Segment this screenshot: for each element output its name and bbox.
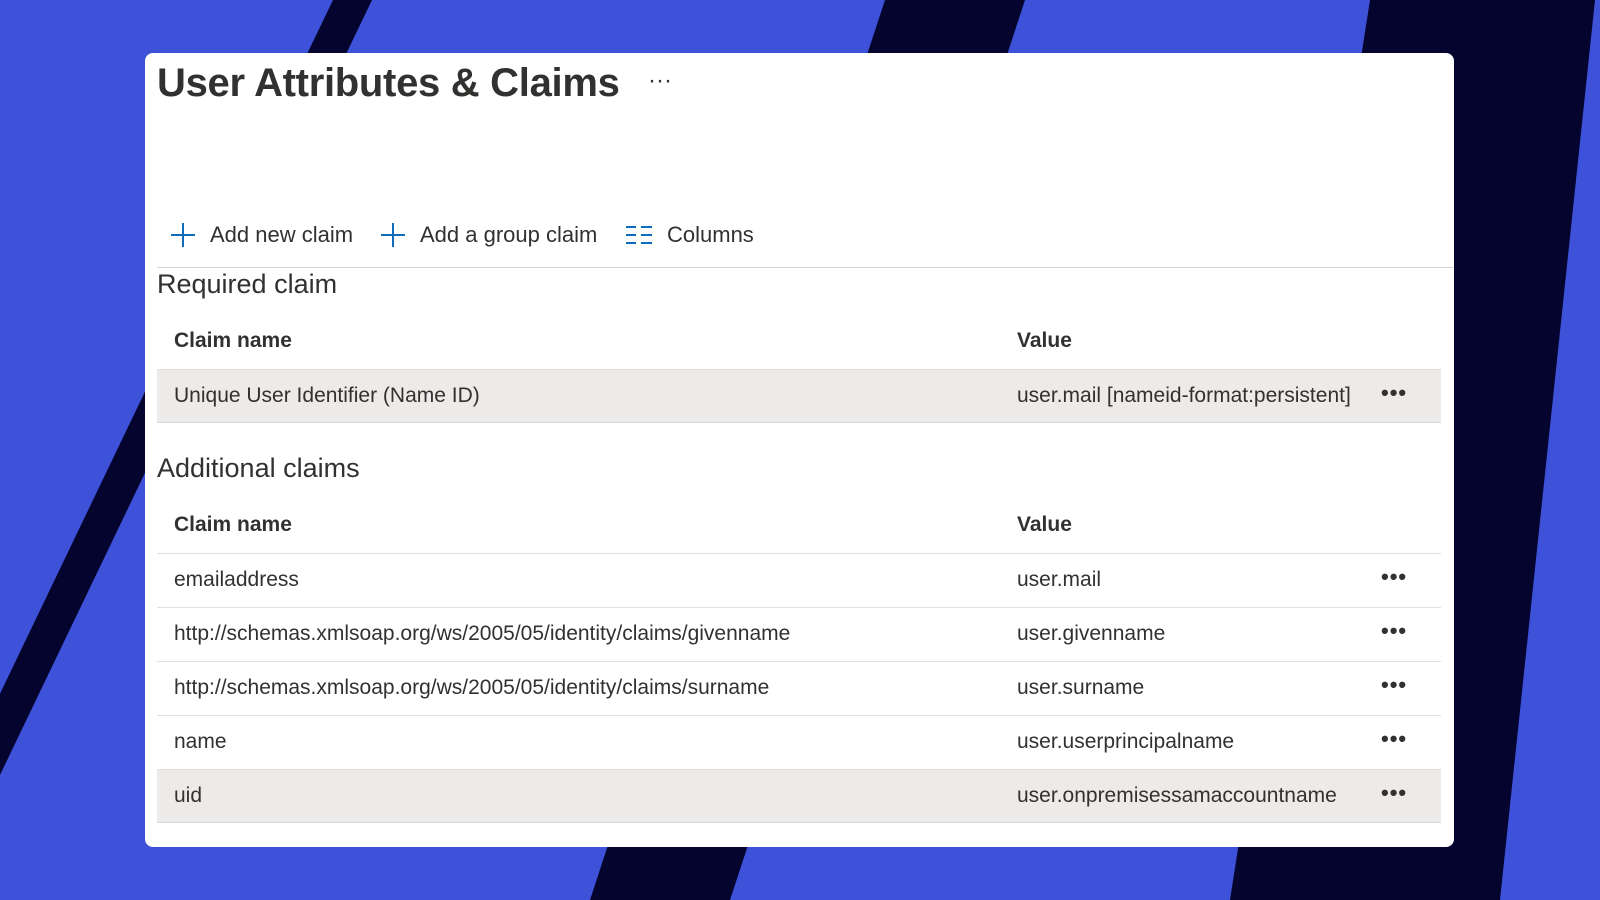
table-row[interactable]: Unique User Identifier (Name ID) user.ma… xyxy=(157,369,1441,423)
col-claim-name-header: Claim name xyxy=(174,329,292,352)
title-more-button[interactable]: ··· xyxy=(648,67,672,95)
table-row[interactable]: http://schemas.xmlsoap.org/ws/2005/05/id… xyxy=(157,607,1441,661)
claim-value-cell: user.mail xyxy=(1017,568,1102,591)
page-title: User Attributes & Claims xyxy=(157,61,620,105)
more-horizontal-icon[interactable]: ••• xyxy=(1381,380,1407,406)
claim-value-cell: user.userprincipalname xyxy=(1017,730,1235,753)
table-row[interactable]: uid user.onpremisessamaccountname ••• xyxy=(157,769,1441,823)
more-horizontal-icon[interactable]: ••• xyxy=(1381,726,1407,752)
claim-value-cell: user.givenname xyxy=(1017,622,1166,645)
toolbar: Add new claim Add a group claim Columns xyxy=(157,156,1454,268)
add-group-claim-label: Add a group claim xyxy=(420,222,598,247)
claim-name-cell: Unique User Identifier (Name ID) xyxy=(174,384,480,407)
claims-panel: User Attributes & Claims ··· Add new cla… xyxy=(145,53,1454,847)
claim-value-cell: user.onpremisessamaccountname xyxy=(1017,784,1337,807)
add-new-claim-label: Add new claim xyxy=(210,222,354,247)
plus-icon xyxy=(171,223,195,247)
table-row[interactable]: http://schemas.xmlsoap.org/ws/2005/05/id… xyxy=(157,661,1441,715)
add-new-claim-button[interactable]: Add new claim xyxy=(170,222,353,248)
required-claim-heading: Required claim xyxy=(157,269,338,299)
claim-name-cell: http://schemas.xmlsoap.org/ws/2005/05/id… xyxy=(174,676,770,699)
claim-value-cell: user.surname xyxy=(1017,676,1145,699)
columns-icon xyxy=(626,226,652,244)
col-value-header: Value xyxy=(1017,329,1072,352)
additional-table-header: Claim name Value xyxy=(157,499,1441,553)
more-horizontal-icon[interactable]: ••• xyxy=(1381,564,1407,590)
more-horizontal-icon[interactable]: ••• xyxy=(1381,780,1407,806)
claim-name-cell: emailaddress xyxy=(174,568,299,591)
more-horizontal-icon[interactable]: ••• xyxy=(1381,618,1407,644)
table-row[interactable]: emailaddress user.mail ••• xyxy=(157,553,1441,607)
claim-name-cell: http://schemas.xmlsoap.org/ws/2005/05/id… xyxy=(174,622,791,645)
claim-value-cell: user.mail [nameid-format:persistent] xyxy=(1017,384,1351,407)
columns-button[interactable]: Columns xyxy=(625,222,754,248)
additional-claims-heading: Additional claims xyxy=(157,453,360,483)
col-claim-name-header: Claim name xyxy=(174,513,292,536)
required-table-header: Claim name Value xyxy=(157,315,1441,369)
plus-icon xyxy=(381,223,405,247)
col-value-header: Value xyxy=(1017,513,1072,536)
add-group-claim-button[interactable]: Add a group claim xyxy=(380,222,597,248)
table-row[interactable]: name user.userprincipalname ••• xyxy=(157,715,1441,769)
claim-name-cell: name xyxy=(174,730,227,753)
more-horizontal-icon[interactable]: ••• xyxy=(1381,672,1407,698)
claim-name-cell: uid xyxy=(174,784,203,807)
columns-label: Columns xyxy=(667,222,754,247)
